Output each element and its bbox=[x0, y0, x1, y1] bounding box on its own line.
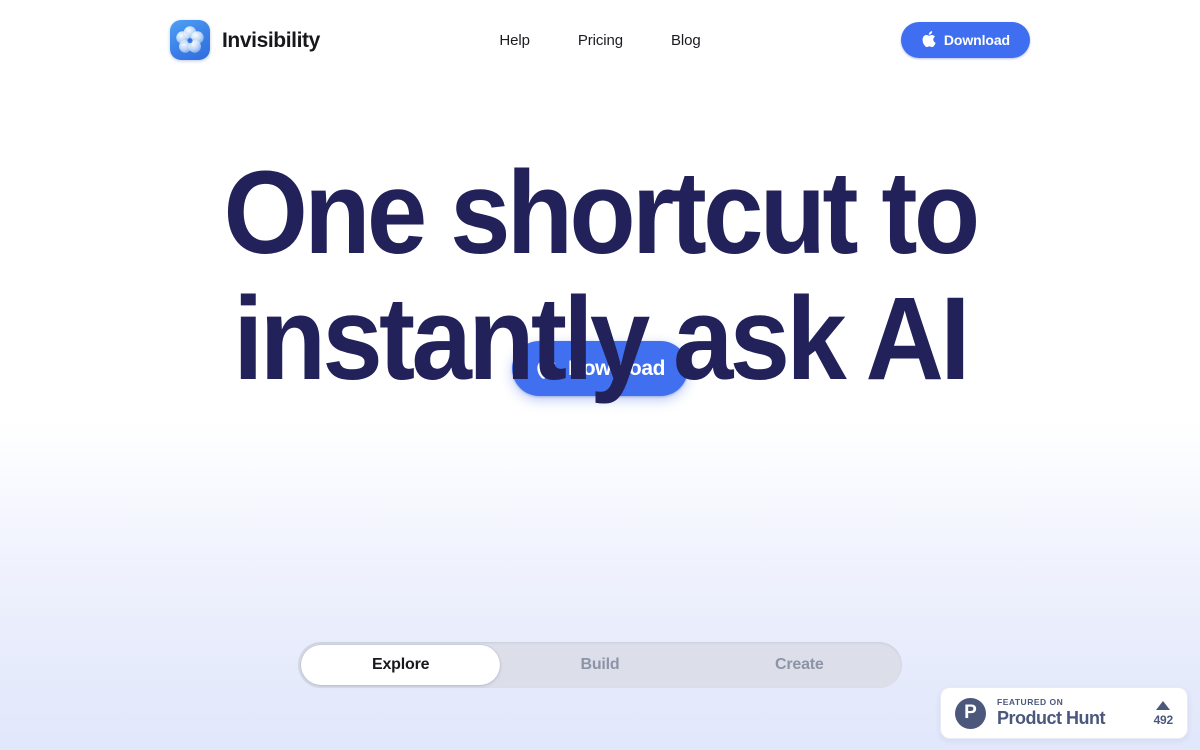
product-hunt-featured-label: FEATURED ON bbox=[997, 697, 1064, 708]
headline-line-1: One shortcut to bbox=[223, 147, 981, 279]
apple-icon bbox=[921, 30, 936, 51]
site-header: Invisibility Help Pricing Blog Download bbox=[0, 0, 1200, 80]
product-hunt-logo-icon: P bbox=[955, 697, 986, 729]
triangle-up-icon bbox=[1156, 700, 1171, 710]
product-hunt-upvotes[interactable]: 492 bbox=[1153, 700, 1174, 727]
tab-build[interactable]: Build bbox=[500, 645, 699, 685]
nav-item-pricing[interactable]: Pricing bbox=[566, 27, 635, 54]
header-download-button[interactable]: Download bbox=[900, 22, 1030, 58]
product-hunt-title: Product Hunt bbox=[997, 708, 1105, 729]
product-hunt-badge[interactable]: P FEATURED ON Product Hunt 492 bbox=[940, 687, 1188, 739]
nav-item-help[interactable]: Help bbox=[487, 27, 541, 54]
header-download-label: Download bbox=[943, 32, 1010, 48]
tab-create[interactable]: Create bbox=[700, 645, 899, 685]
headline-line-2: instantly ask AI bbox=[233, 273, 970, 406]
nav-item-blog[interactable]: Blog bbox=[659, 27, 713, 54]
product-hunt-upvote-count: 492 bbox=[1153, 712, 1174, 727]
product-hunt-logo-letter: P bbox=[964, 701, 977, 723]
tab-explore[interactable]: Explore bbox=[301, 645, 501, 685]
product-hunt-text: FEATURED ON Product Hunt bbox=[997, 697, 1148, 729]
hero-section: One shortcut to instantly ask AI bbox=[0, 150, 1200, 403]
category-tab-switcher: Explore Build Create bbox=[298, 642, 902, 688]
page-title: One shortcut to instantly ask AI bbox=[48, 150, 1152, 403]
